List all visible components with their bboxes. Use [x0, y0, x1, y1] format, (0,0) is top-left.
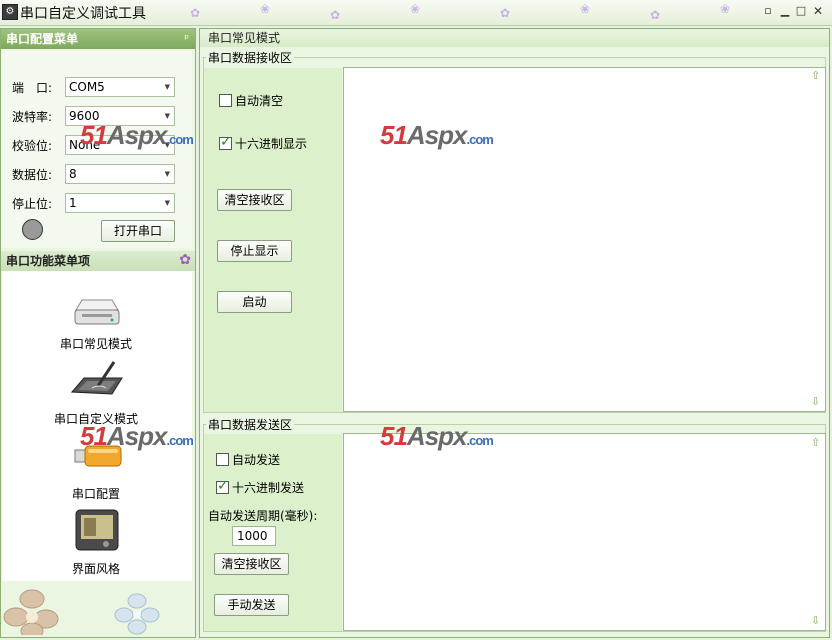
- checkbox-checked-icon[interactable]: [219, 134, 232, 150]
- flower-decoration-icon: ❀: [260, 2, 271, 16]
- clear-send-button[interactable]: 清空接收区: [214, 553, 289, 575]
- data-bits-label: 数据位:: [12, 168, 53, 182]
- watermark-logo: 51Aspx.com: [380, 120, 494, 150]
- receive-group-title: 串口数据接收区: [206, 49, 295, 66]
- flower-icon: ✿: [179, 252, 191, 268]
- send-period-label: 自动发送周期(毫秒):: [208, 509, 318, 523]
- watermark-logo: 51Aspx.com: [80, 120, 194, 150]
- window-title: 串口自定义调试工具: [20, 6, 146, 22]
- media-player-icon[interactable]: [72, 508, 122, 552]
- scroll-down-icon[interactable]: ⇩: [811, 614, 820, 627]
- auto-clear-checkbox[interactable]: 自动清空: [219, 92, 283, 109]
- pin-icon[interactable]: ᵖ: [184, 29, 189, 49]
- send-text-area[interactable]: [343, 433, 826, 631]
- main-pane-title: 串口常见模式: [208, 31, 281, 45]
- send-period-input[interactable]: 1000: [232, 526, 276, 546]
- main-pane-header: 串口常见模式: [200, 29, 829, 47]
- pen-tablet-icon[interactable]: [70, 358, 126, 400]
- auto-send-checkbox[interactable]: 自动发送: [216, 451, 280, 468]
- hex-display-checkbox[interactable]: 十六进制显示: [219, 134, 307, 152]
- flower-decoration-icon: ❀: [720, 2, 731, 16]
- baud-rate-label: 波特率:: [12, 110, 53, 124]
- checkbox-box[interactable]: [216, 453, 229, 466]
- function-panel-header: 串口功能菜单项 ✿: [1, 251, 195, 271]
- open-port-button[interactable]: 打开串口: [101, 220, 175, 242]
- close-icon[interactable]: ✕: [810, 5, 826, 19]
- function-panel-title: 串口功能菜单项: [6, 254, 91, 268]
- flower-decoration-icon: ✿: [190, 6, 201, 20]
- flower-decoration-icon: ❀: [410, 2, 421, 16]
- checkbox-checked-icon[interactable]: [216, 478, 229, 494]
- stop-bits-label: 停止位:: [12, 197, 53, 211]
- flower-decoration-area: [2, 583, 192, 635]
- flower-decoration-icon: ✿: [500, 6, 511, 20]
- hex-send-checkbox[interactable]: 十六进制发送: [216, 478, 304, 496]
- menu-item-common-mode[interactable]: 串口常见模式: [21, 335, 171, 352]
- receive-text-area[interactable]: [343, 67, 826, 412]
- menu-item-interface-style[interactable]: 界面风格: [21, 560, 171, 577]
- checkbox-box[interactable]: [219, 94, 232, 107]
- watermark-logo: 51Aspx.com: [380, 421, 494, 451]
- restore-icon[interactable]: ▫: [760, 5, 776, 19]
- scroll-down-icon[interactable]: ⇩: [811, 395, 820, 408]
- watermark-logo: 51Aspx.com: [80, 421, 194, 451]
- app-icon: ⚙: [2, 4, 18, 20]
- dropdown-arrow-icon: ▼: [164, 83, 170, 91]
- clear-receive-button[interactable]: 清空接收区: [217, 189, 292, 211]
- config-panel-header: 串口配置菜单 ᵖ: [1, 29, 195, 49]
- data-bits-select[interactable]: 8 ▼: [65, 164, 175, 184]
- dropdown-arrow-icon: ▼: [164, 170, 170, 178]
- send-group-title: 串口数据发送区: [206, 416, 295, 433]
- flower-decoration-icon: ❀: [580, 2, 591, 16]
- dropdown-arrow-icon: ▼: [164, 199, 170, 207]
- stop-display-button[interactable]: 停止显示: [217, 240, 292, 262]
- port-select[interactable]: COM5 ▼: [65, 77, 175, 97]
- stop-bits-select[interactable]: 1 ▼: [65, 193, 175, 213]
- manual-send-button[interactable]: 手动发送: [214, 594, 289, 616]
- start-button[interactable]: 启动: [217, 291, 292, 313]
- scroll-up-icon[interactable]: ⇧: [811, 436, 820, 449]
- port-label: 端 口:: [12, 81, 53, 95]
- flower-decoration-icon: ✿: [650, 8, 661, 22]
- minimize-icon[interactable]: ▁: [777, 5, 793, 19]
- printer-icon[interactable]: [72, 296, 122, 330]
- scroll-up-icon[interactable]: ⇧: [811, 69, 820, 82]
- flower-decoration-icon: ✿: [330, 8, 341, 22]
- parity-label: 校验位:: [12, 139, 53, 153]
- maximize-icon[interactable]: □: [793, 5, 809, 19]
- menu-item-serial-config[interactable]: 串口配置: [21, 485, 171, 502]
- title-bar: ⚙ 串口自定义调试工具 ✿ ❀ ✿ ❀ ✿ ❀ ✿ ❀ ▫ ▁ □ ✕: [0, 0, 832, 26]
- config-panel-title: 串口配置菜单: [6, 32, 79, 46]
- port-status-indicator: [22, 219, 43, 240]
